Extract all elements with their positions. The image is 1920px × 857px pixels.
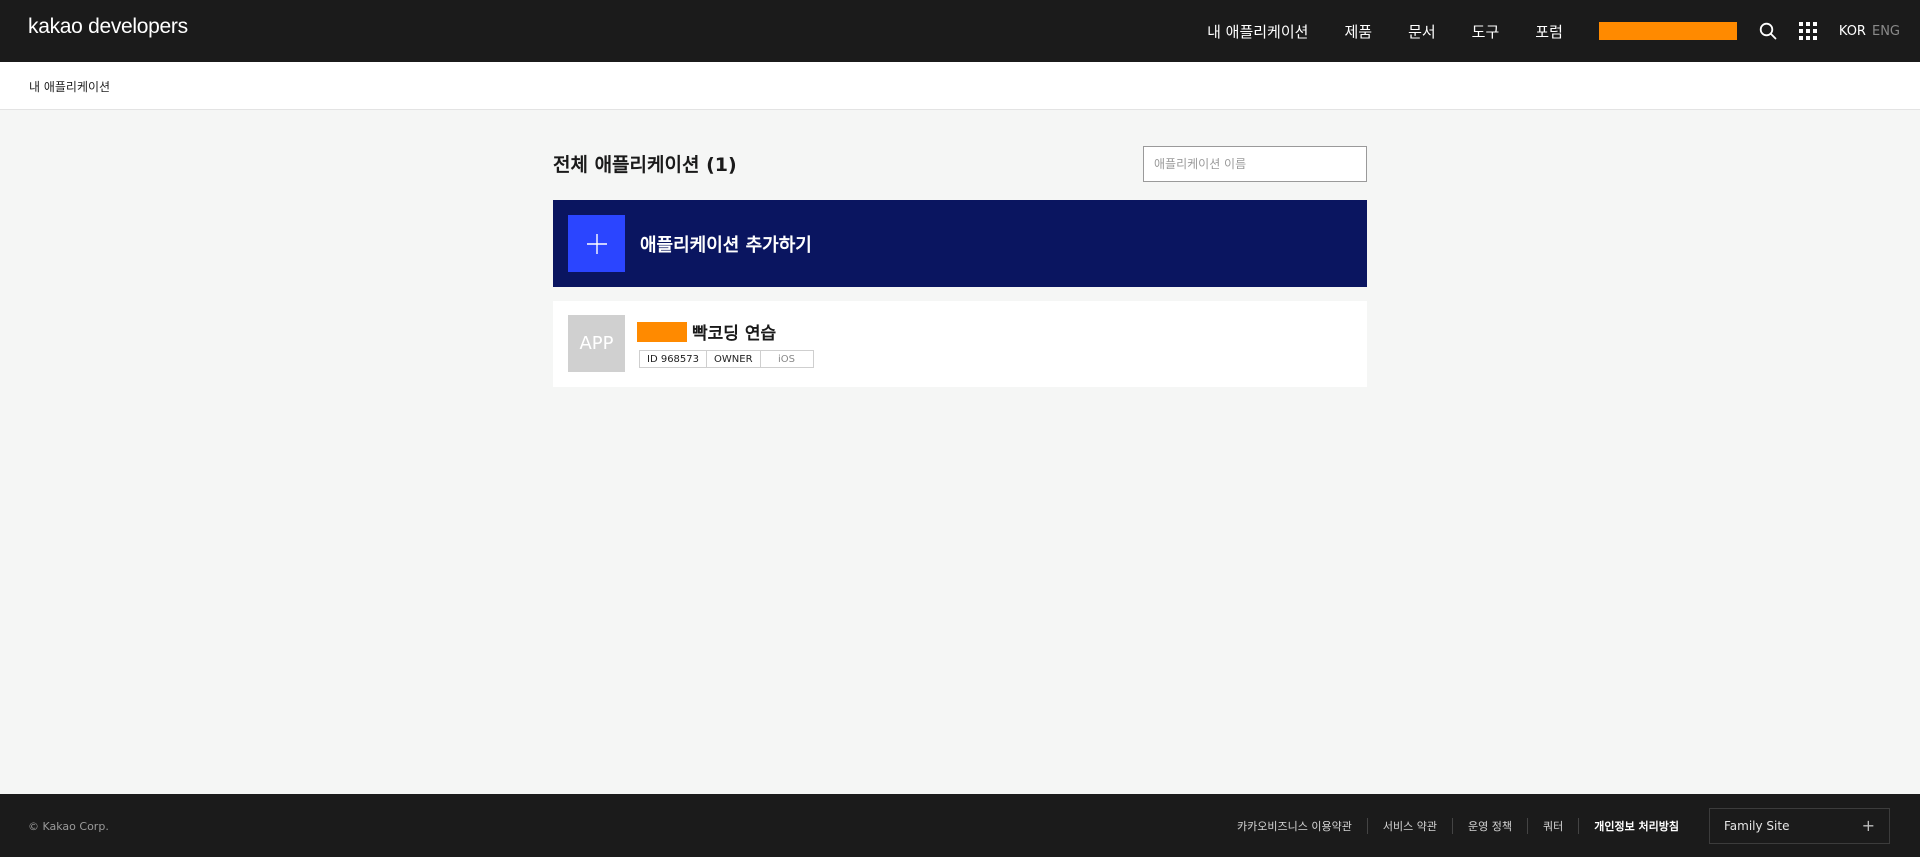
nav-forum[interactable]: 포럼 xyxy=(1535,21,1563,42)
nav-products[interactable]: 제품 xyxy=(1344,21,1372,42)
app-platform-tag: iOS xyxy=(760,350,814,368)
search-icon[interactable] xyxy=(1757,20,1779,42)
footer-link-operation-policy[interactable]: 운영 정책 xyxy=(1451,817,1527,834)
title-row: 전체 애플리케이션 (1) xyxy=(553,110,1367,200)
footer-link-business-terms[interactable]: 카카오비즈니스 이용약관 xyxy=(1222,818,1367,834)
footer-link-privacy[interactable]: 개인정보 처리방침 xyxy=(1578,817,1694,834)
copyright: © Kakao Corp. xyxy=(28,820,109,833)
app-search-input[interactable] xyxy=(1143,146,1367,182)
lang-kor[interactable]: KOR xyxy=(1839,24,1866,39)
footer-links: 카카오비즈니스 이용약관 서비스 약관 운영 정책 쿼터 개인정보 처리방침 xyxy=(1222,794,1694,857)
family-site-dropdown[interactable]: Family Site + xyxy=(1709,808,1890,844)
grid-icon[interactable] xyxy=(1797,20,1819,42)
main-content: 전체 애플리케이션 (1) 애플리케이션 추가하기 APP 빡코딩 연습 ID … xyxy=(553,110,1367,387)
family-site-label: Family Site xyxy=(1724,819,1790,833)
plus-icon: + xyxy=(1861,816,1875,835)
user-name-redacted[interactable] xyxy=(1598,22,1737,40)
main-nav: 내 애플리케이션 제품 문서 도구 포럼 KOR ENG xyxy=(1207,0,1920,62)
nav-my-applications[interactable]: 내 애플리케이션 xyxy=(1207,21,1308,42)
app-id-tag: ID 968573 xyxy=(639,350,708,368)
top-header: kakao developers 내 애플리케이션 제품 문서 도구 포럼 KO… xyxy=(0,0,1920,62)
add-application-label: 애플리케이션 추가하기 xyxy=(640,234,812,256)
app-name-redacted xyxy=(637,321,687,342)
add-application-button[interactable]: 애플리케이션 추가하기 xyxy=(553,200,1367,287)
plus-icon xyxy=(568,215,625,272)
app-role-tag: OWNER xyxy=(707,350,761,368)
kakao-developers-logo[interactable]: kakao developers xyxy=(28,15,188,39)
footer-link-service-terms[interactable]: 서비스 약관 xyxy=(1366,817,1452,834)
footer: © Kakao Corp. 카카오비즈니스 이용약관 서비스 약관 운영 정책 … xyxy=(0,794,1920,857)
sub-header: 내 애플리케이션 xyxy=(0,62,1920,110)
nav-tools[interactable]: 도구 xyxy=(1472,21,1500,42)
lang-eng[interactable]: ENG xyxy=(1872,24,1900,39)
app-thumbnail: APP xyxy=(568,315,625,372)
page-title: 전체 애플리케이션 (1) xyxy=(553,154,737,176)
app-name: 빡코딩 연습 xyxy=(692,324,777,344)
nav-docs[interactable]: 문서 xyxy=(1408,21,1436,42)
app-name-row: 빡코딩 연습 xyxy=(637,319,776,344)
breadcrumb[interactable]: 내 애플리케이션 xyxy=(29,78,110,95)
app-tags: ID 968573 OWNER iOS xyxy=(639,350,814,368)
app-card[interactable]: APP 빡코딩 연습 ID 968573 OWNER iOS xyxy=(553,301,1367,387)
footer-link-quota[interactable]: 쿼터 xyxy=(1526,817,1578,834)
